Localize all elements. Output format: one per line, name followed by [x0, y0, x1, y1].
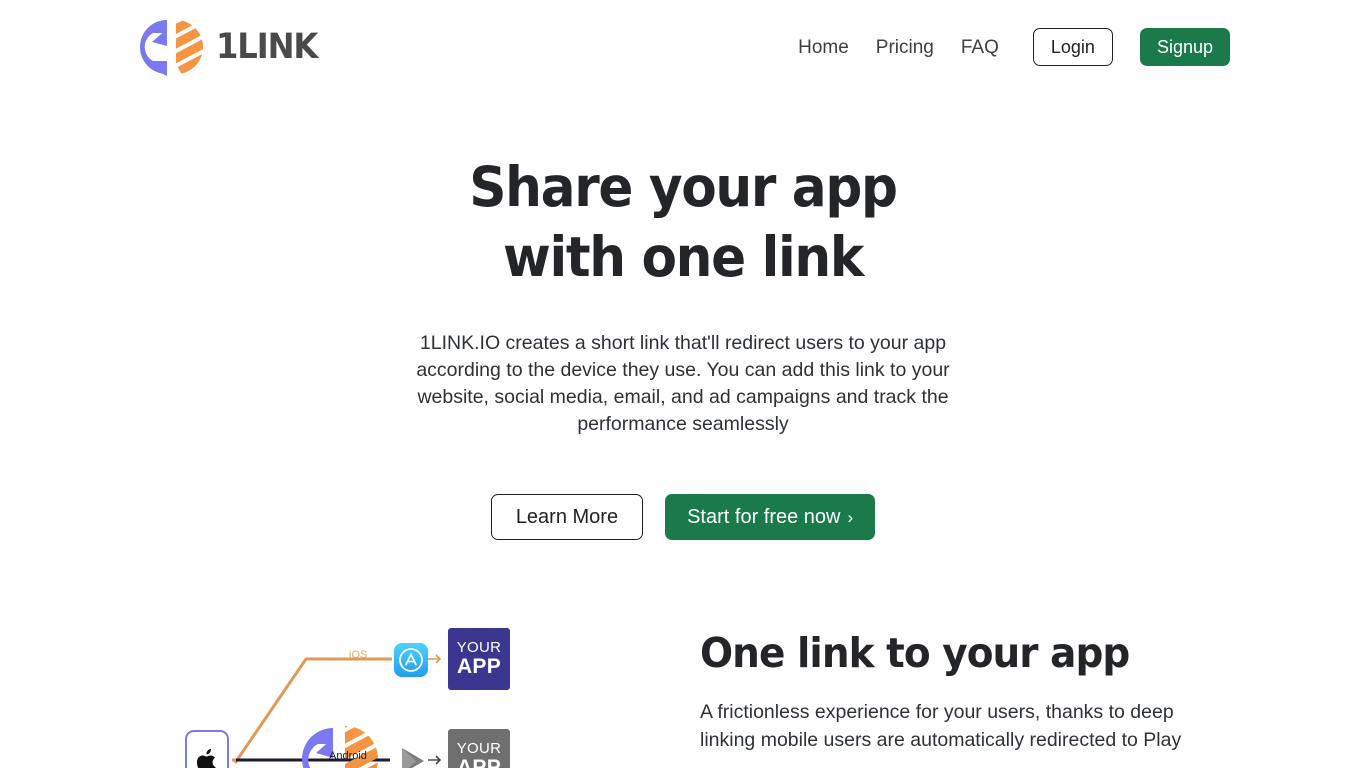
ios-app-box: YOUR APP: [448, 628, 510, 690]
feature-copy: One link to your app A frictionless expe…: [700, 612, 1366, 754]
apple-icon: [196, 748, 216, 768]
brand-wordmark: 1LINK: [216, 26, 318, 67]
start-for-free-button[interactable]: Start for free now ›: [665, 494, 876, 540]
android-app-box-line2: APP: [456, 755, 502, 768]
feature-section: iOS YOUR APP Android YOUR APP One link t…: [0, 612, 1366, 768]
feature-description: A frictionless experience for your users…: [700, 701, 1182, 751]
1link-logo-icon: [140, 20, 203, 76]
android-app-box: YOUR APP: [448, 729, 510, 768]
nav-link-home[interactable]: Home: [798, 38, 849, 57]
google-play-icon: [402, 748, 424, 768]
signup-button[interactable]: Signup: [1139, 28, 1230, 66]
ios-app-box-line1: YOUR: [456, 639, 502, 657]
landing-page: 1LINK Home Pricing FAQ Login Signup Shar…: [0, 0, 1366, 768]
ios-app-box-line2: APP: [456, 654, 502, 678]
android-app-box-line1: YOUR: [456, 740, 502, 758]
site-header: 1LINK Home Pricing FAQ Login Signup: [0, 0, 1366, 94]
start-for-free-label: Start for free now: [687, 505, 841, 528]
hero-actions: Learn More Start for free now ›: [0, 494, 1366, 540]
learn-more-button[interactable]: Learn More: [490, 494, 644, 540]
page-title: Share your app with one link: [469, 155, 898, 289]
android-branch-label: Android: [329, 750, 367, 762]
primary-navigation: Home Pricing FAQ Login Signup: [798, 28, 1230, 66]
hero-section: Share your app with one link 1LINK.IO cr…: [0, 152, 1366, 540]
login-button[interactable]: Login: [1032, 28, 1113, 66]
hero-subtitle: 1LINK.IO creates a short link that'll re…: [416, 332, 950, 435]
chevron-right-icon: ›: [847, 507, 854, 527]
nav-link-pricing[interactable]: Pricing: [876, 38, 934, 57]
ios-branch-label: iOS: [349, 649, 368, 661]
deep-link-diagram: iOS YOUR APP Android YOUR APP: [0, 612, 700, 768]
app-store-icon: [394, 643, 428, 677]
feature-title: One link to your app: [700, 629, 1130, 677]
nav-link-faq[interactable]: FAQ: [961, 38, 999, 57]
apple-device-node: [185, 730, 229, 768]
brand-logo[interactable]: 1LINK: [136, 16, 326, 78]
